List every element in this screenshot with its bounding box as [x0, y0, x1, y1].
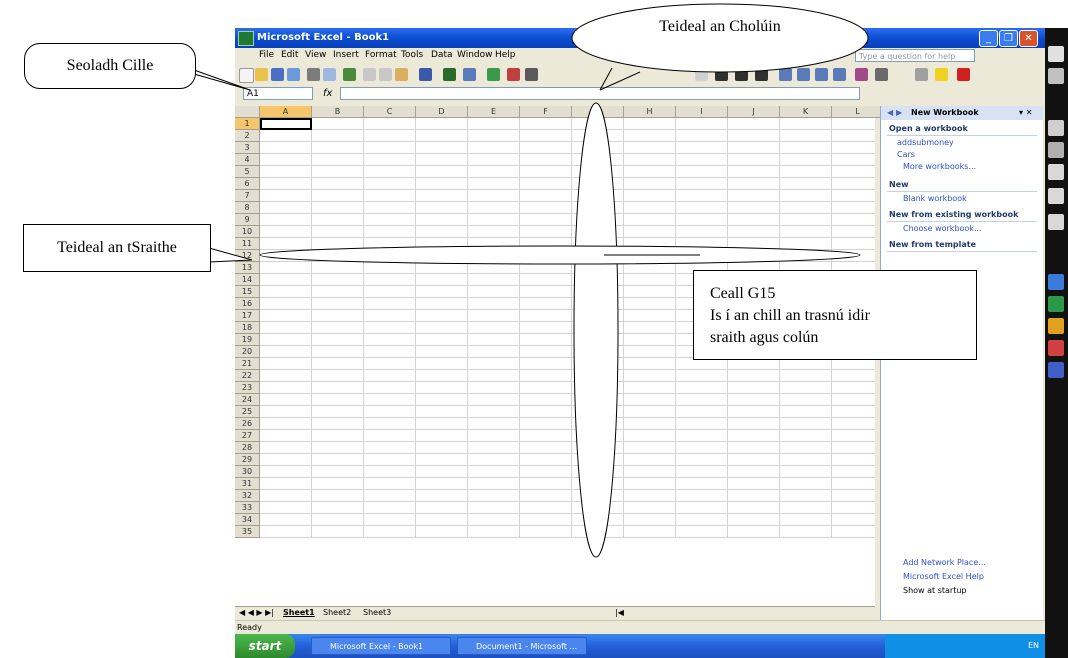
column-title-pointer [599, 67, 613, 91]
row-highlight-ellipse [259, 245, 861, 265]
callout-address-text: Seoladh Cille [66, 57, 154, 74]
row-title-pointer [208, 247, 253, 263]
column-title-bubble [571, 3, 869, 73]
column-highlight-ellipse [573, 102, 619, 558]
callout-cell-line2: sraith agus colún [710, 329, 819, 346]
callout-row-text: Teideal an tSraithe [57, 239, 177, 256]
callout-column-title: Teideal an Cholúin [620, 18, 820, 36]
callout-cell-address: Seoladh Cille [24, 43, 196, 89]
callout-column-text: Teideal an Cholúin [659, 18, 781, 35]
callout-cell-line1: Is í an chill an trasnú idir [710, 307, 870, 324]
column-title-pointer [599, 71, 641, 91]
callout-row-title: Teideal an tSraithe [23, 224, 211, 272]
callout-cell-title: Ceall G15 [710, 285, 776, 302]
callout-cell-definition: Ceall G15 Is í an chill an trasnú idir s… [693, 270, 977, 360]
